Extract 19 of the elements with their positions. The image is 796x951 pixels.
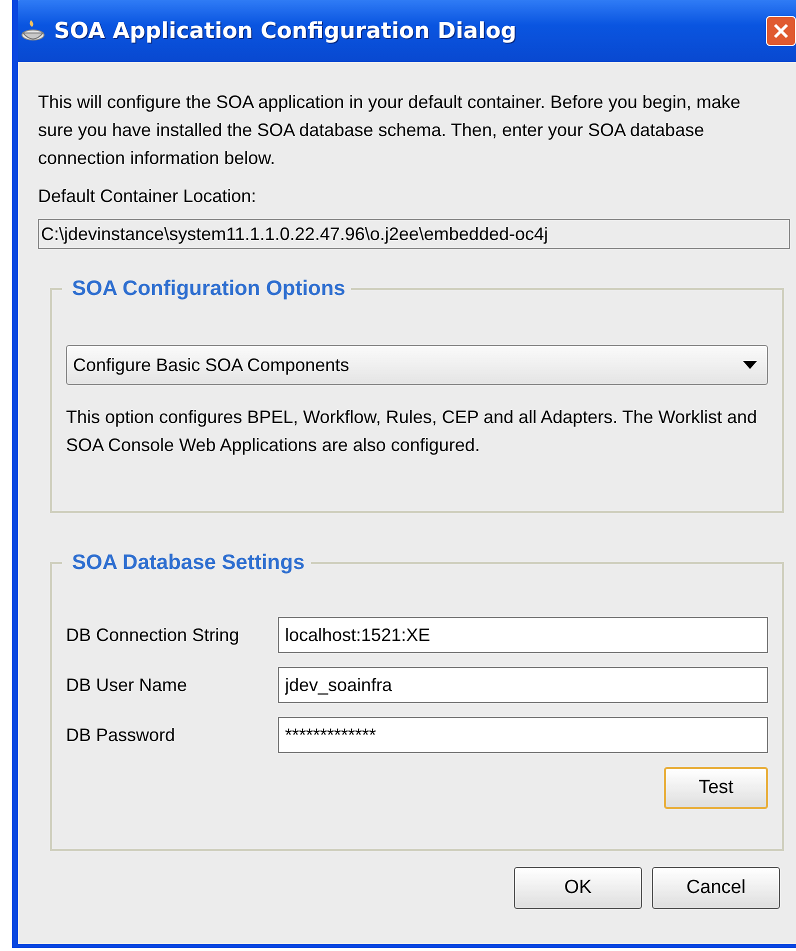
caret-icon — [743, 361, 757, 369]
location-field[interactable]: C:\jdevinstance\system11.1.1.0.22.47.96\o.j2ee\embedded-oc4j — [38, 219, 790, 249]
group-title: SOA Configuration Options — [71, 277, 346, 301]
field-label: Default Container Location: — [38, 186, 258, 207]
field-label: DB Password — [66, 724, 176, 746]
intro-text: This will configure the SOA application in your default container. Before you begin, make sure you have installed the SOA database schema. Then, enter your SOA database connection information below. — [38, 91, 742, 170]
window-title: SOA Application Configuration Dialog — [54, 18, 517, 44]
dialog-button[interactable]: Cancel — [652, 867, 780, 909]
close-icon — [772, 22, 790, 40]
field-label: DB User Name — [66, 674, 188, 696]
options-dropdown[interactable]: Configure Basic SOA Components — [66, 345, 768, 385]
input-field[interactable]: localhost:1521:XE — [278, 617, 768, 653]
test-button[interactable]: Test — [664, 767, 768, 809]
close-button[interactable] — [766, 16, 796, 46]
field-label: DB Connection String — [66, 624, 240, 646]
option-description: This option configures BPEL, Workflow, Rules, CEP and all Adapters. The Worklist and SOA Console Web Applications are also configured. — [66, 406, 758, 457]
input-field[interactable]: ************* — [278, 717, 768, 753]
dialog-button[interactable]: OK — [514, 867, 642, 909]
group-title: SOA Database Settings — [71, 551, 306, 575]
